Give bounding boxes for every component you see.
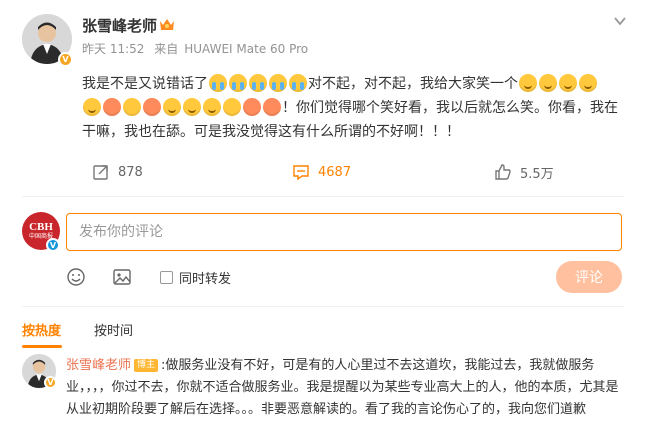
post-text-part1: 我是不是又说错话了: [82, 76, 208, 92]
hee-emoji: [203, 98, 221, 116]
wow-emoji: [123, 98, 141, 116]
smile-emoji: [519, 74, 537, 92]
laugh-emoji: [83, 98, 101, 116]
laugh-emoji: [579, 74, 597, 92]
grin-emoji: [559, 74, 577, 92]
tab-sort-time[interactable]: 按时间: [94, 320, 133, 339]
shy-emoji: [243, 98, 261, 116]
post-meta: 昨天 11:52 来自 HUAWEI Mate 60 Pro: [82, 40, 314, 57]
emoji-icon[interactable]: [66, 267, 86, 287]
verified-badge-icon: V: [44, 376, 57, 389]
thumbs-up-icon: [495, 164, 511, 180]
blogger-badge: 博主: [134, 359, 159, 372]
repost-icon: [93, 165, 108, 180]
cry-emoji: [289, 74, 307, 92]
verified-badge-icon: V: [58, 52, 73, 67]
comment-count: 4687: [318, 164, 352, 180]
comment-input[interactable]: [66, 213, 622, 251]
kiss-emoji: [263, 98, 281, 116]
source-prefix: 来自: [154, 42, 179, 56]
cry-emoji: [269, 74, 287, 92]
think-emoji: [223, 98, 241, 116]
verified-badge-icon: V: [46, 238, 60, 252]
sync-repost-label: 同时转发: [179, 272, 232, 287]
sync-repost-checkbox[interactable]: [160, 271, 173, 284]
smile-emoji: [539, 74, 557, 92]
post-time[interactable]: 昨天 11:52: [82, 42, 144, 56]
grin-emoji: [183, 98, 201, 116]
user-avatar-text: CBH: [29, 221, 53, 233]
like-count: 5.5万: [520, 166, 554, 182]
chevron-down-icon[interactable]: [612, 14, 628, 28]
source-device: HUAWEI Mate 60 Pro: [184, 42, 309, 56]
like-button[interactable]: 5.5万: [494, 157, 554, 187]
cry-emoji: [209, 74, 227, 92]
sync-repost-toggle[interactable]: 同时转发: [160, 268, 231, 287]
crown-icon: [160, 19, 174, 30]
repost-button[interactable]: 878: [92, 157, 143, 187]
smirk-emoji: [163, 98, 181, 116]
post-text: 我是不是又说错话了 对不起，对不起，我给大家笑一个 ！你们觉得哪个笑好看，我以后就…: [82, 72, 622, 144]
active-tab-indicator: [22, 345, 62, 348]
action-bar: 878 4687 5.5万: [0, 157, 646, 187]
comment-icon: [293, 165, 309, 181]
repost-count: 878: [118, 164, 143, 180]
cry-emoji: [249, 74, 267, 92]
image-icon[interactable]: [112, 267, 132, 287]
divider: [22, 196, 624, 197]
comment-author-name[interactable]: 张雪峰老师: [66, 358, 131, 373]
cry-emoji: [229, 74, 247, 92]
comment-sort-tabs: 按热度 按时间: [0, 316, 646, 348]
tongue-emoji: [103, 98, 121, 116]
divider: [22, 306, 624, 307]
comment-button[interactable]: 4687: [292, 157, 351, 187]
tab-sort-hot[interactable]: 按热度: [22, 320, 61, 339]
post-text-part2: 对不起，对不起，我给大家笑一个: [308, 76, 518, 92]
author-name[interactable]: 张雪峰老师: [82, 15, 157, 36]
submit-comment-button[interactable]: 评论: [556, 261, 622, 293]
kiss-emoji: [143, 98, 161, 116]
comment-item: 张雪峰老师 博主:做服务业没有不好，可是有的人心里过不去这道坎，我能过去，我就做服…: [66, 355, 626, 421]
